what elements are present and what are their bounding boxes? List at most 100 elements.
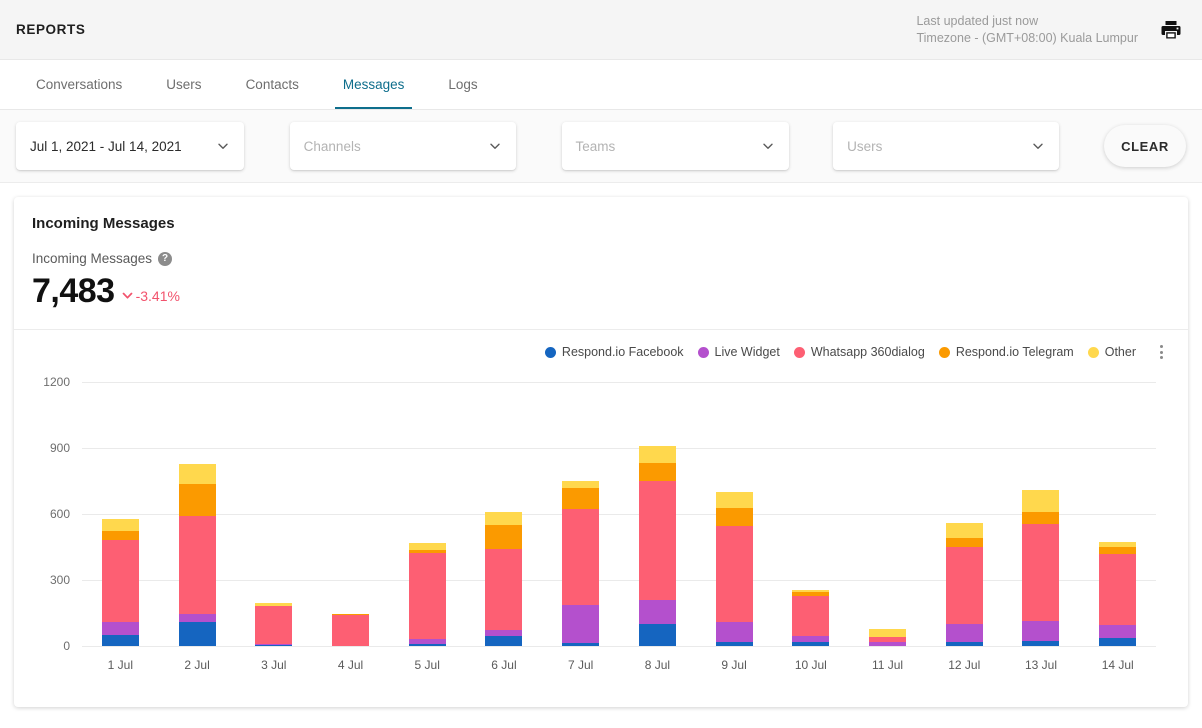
bar-segment[interactable]: [1099, 554, 1137, 625]
date-range-select[interactable]: Jul 1, 2021 - Jul 14, 2021: [16, 122, 244, 170]
bar-segment[interactable]: [255, 606, 293, 645]
chart-bar-column[interactable]: [312, 382, 389, 646]
bar-segment[interactable]: [255, 644, 293, 646]
bar-segment[interactable]: [485, 549, 523, 630]
stacked-bar[interactable]: [255, 602, 293, 646]
print-icon[interactable]: [1156, 15, 1186, 45]
bar-segment[interactable]: [101, 635, 139, 646]
bar-segment[interactable]: [332, 615, 370, 646]
bar-segment[interactable]: [562, 487, 600, 509]
stacked-bar[interactable]: [332, 614, 370, 646]
bar-segment[interactable]: [101, 519, 139, 532]
help-icon[interactable]: ?: [158, 251, 173, 266]
chart-bar-column[interactable]: [619, 382, 696, 646]
stacked-bar[interactable]: [869, 628, 907, 646]
bar-segment[interactable]: [715, 492, 753, 509]
chart-bar-column[interactable]: [1003, 382, 1080, 646]
tab-users[interactable]: Users: [144, 60, 223, 109]
bar-segment[interactable]: [485, 636, 523, 646]
stacked-bar[interactable]: [1099, 542, 1137, 646]
bar-segment[interactable]: [408, 552, 446, 639]
bar-segment[interactable]: [715, 526, 753, 622]
chart-bar-column[interactable]: [82, 382, 159, 646]
bar-segment[interactable]: [715, 642, 753, 646]
chart-bar-column[interactable]: [389, 382, 466, 646]
tab-logs[interactable]: Logs: [426, 60, 499, 109]
channels-select[interactable]: Channels: [289, 122, 516, 170]
bar-segment[interactable]: [715, 508, 753, 527]
legend-item-live-widget[interactable]: Live Widget: [697, 345, 780, 359]
bar-segment[interactable]: [101, 540, 139, 622]
bar-segment[interactable]: [101, 531, 139, 541]
bar-segment[interactable]: [101, 621, 139, 635]
bar-segment[interactable]: [945, 642, 983, 646]
bar-segment[interactable]: [178, 621, 216, 646]
legend-item-other[interactable]: Other: [1087, 345, 1136, 359]
bar-segment[interactable]: [1099, 547, 1137, 555]
stacked-bar[interactable]: [101, 519, 139, 646]
tab-contacts[interactable]: Contacts: [224, 60, 321, 109]
bar-segment[interactable]: [869, 628, 907, 638]
bar-segment[interactable]: [178, 614, 216, 622]
bar-segment[interactable]: [1022, 511, 1060, 524]
legend-item-whatsapp-360dialog[interactable]: Whatsapp 360dialog: [793, 345, 925, 359]
tab-messages[interactable]: Messages: [321, 60, 427, 109]
stacked-bar[interactable]: [792, 589, 830, 646]
bar-segment[interactable]: [485, 525, 523, 550]
bar-segment[interactable]: [945, 538, 983, 548]
bar-segment[interactable]: [1022, 620, 1060, 641]
bar-segment[interactable]: [562, 643, 600, 646]
bar-segment[interactable]: [945, 624, 983, 643]
chart-bar-column[interactable]: [466, 382, 543, 646]
stacked-bar[interactable]: [638, 445, 676, 646]
tab-conversations[interactable]: Conversations: [14, 60, 144, 109]
chart-bar-column[interactable]: [696, 382, 773, 646]
bar-segment[interactable]: [1022, 489, 1060, 512]
chart-bar-column[interactable]: [772, 382, 849, 646]
chart-bar-column[interactable]: [235, 382, 312, 646]
bar-segment[interactable]: [792, 595, 830, 637]
bar-segment[interactable]: [178, 483, 216, 517]
bar-segment[interactable]: [178, 463, 216, 484]
bar-segment[interactable]: [945, 523, 983, 539]
bar-segment[interactable]: [562, 480, 600, 488]
bar-segment[interactable]: [638, 481, 676, 600]
bar-segment[interactable]: [1022, 523, 1060, 621]
chart-bar-column[interactable]: [159, 382, 236, 646]
stacked-bar[interactable]: [1022, 489, 1060, 646]
stacked-bar[interactable]: [408, 543, 446, 646]
chart-bar-column[interactable]: [542, 382, 619, 646]
bar-segment[interactable]: [715, 621, 753, 643]
stacked-bar[interactable]: [178, 463, 216, 646]
chart-bar-column[interactable]: [849, 382, 926, 646]
bar-segment[interactable]: [638, 599, 676, 624]
bar-segment[interactable]: [638, 445, 676, 463]
legend-item-respondio-facebook[interactable]: Respond.io Facebook: [544, 345, 684, 359]
bar-segment[interactable]: [562, 508, 600, 605]
bar-segment[interactable]: [869, 642, 907, 646]
bar-segment[interactable]: [638, 462, 676, 482]
bar-segment[interactable]: [945, 547, 983, 625]
bar-segment[interactable]: [792, 642, 830, 646]
clear-filters-button[interactable]: CLEAR: [1104, 125, 1186, 167]
bar-segment[interactable]: [1099, 624, 1137, 638]
bar-segment[interactable]: [638, 624, 676, 646]
bar-segment[interactable]: [408, 644, 446, 646]
stacked-bar[interactable]: [485, 511, 523, 646]
stacked-bar[interactable]: [715, 492, 753, 646]
stacked-bar[interactable]: [945, 523, 983, 646]
teams-select[interactable]: Teams: [561, 122, 790, 170]
bar-segment[interactable]: [562, 604, 600, 644]
bar-segment[interactable]: [178, 516, 216, 615]
users-select[interactable]: Users: [833, 122, 1059, 170]
chart-bar-column[interactable]: [1079, 382, 1156, 646]
legend-item-respondio-telegram[interactable]: Respond.io Telegram: [938, 345, 1074, 359]
stacked-bar[interactable]: [562, 480, 600, 646]
chart-bar-column[interactable]: [926, 382, 1003, 646]
bar-segment[interactable]: [408, 543, 446, 551]
bar-segment[interactable]: [485, 629, 523, 637]
bar-segment[interactable]: [1022, 640, 1060, 646]
bar-segment[interactable]: [485, 511, 523, 526]
chart-more-options-icon[interactable]: [1152, 342, 1170, 362]
bar-segment[interactable]: [1099, 637, 1137, 646]
